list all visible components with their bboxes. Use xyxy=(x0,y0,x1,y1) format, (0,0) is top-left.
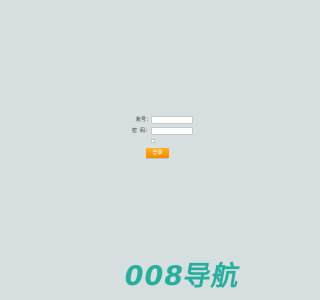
site-watermark: 008导航 xyxy=(121,261,243,292)
account-input[interactable] xyxy=(151,116,193,124)
login-button[interactable]: 登录 xyxy=(146,148,169,158)
account-label: 账号： xyxy=(136,117,152,123)
login-form: 账号： 密 码： 登录 xyxy=(0,0,300,300)
remember-checkbox[interactable] xyxy=(151,139,155,143)
password-label: 密 码： xyxy=(132,128,151,134)
password-input[interactable] xyxy=(151,127,193,135)
